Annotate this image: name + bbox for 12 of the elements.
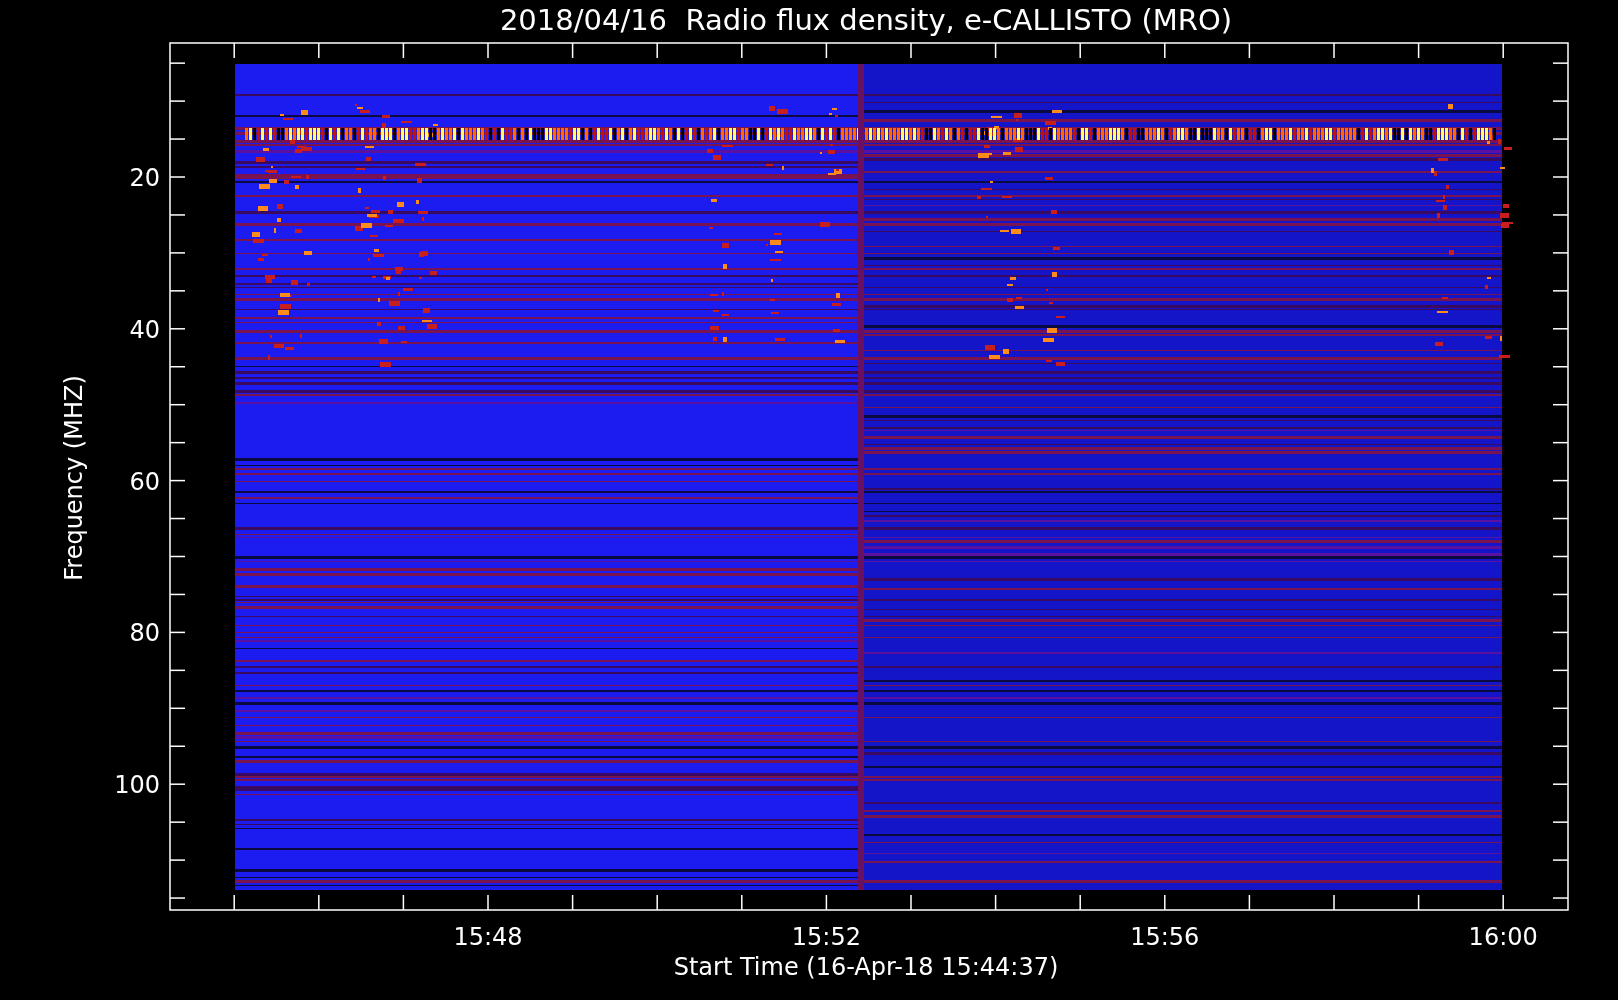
x-tick-label: 15:56 [1130, 923, 1200, 951]
y-tick-label: 80 [129, 619, 160, 648]
x-tick-label: 15:48 [453, 923, 523, 951]
x-tick-label: 15:52 [791, 923, 861, 951]
x-axis-label: Start Time (16-Apr-18 15:44:37) [673, 953, 1059, 981]
y-tick-label: 100 [114, 771, 160, 800]
y-tick-label: 60 [129, 467, 160, 496]
x-tick-label: 16:00 [1468, 923, 1538, 951]
plot-title: 2018/04/16 Radio flux density, e-CALLISTO (MRO) [499, 3, 1233, 37]
y-tick-label: 20 [129, 164, 160, 192]
y-tick-label: 40 [129, 315, 160, 344]
y-axis-label: Frequency (MHZ) [60, 375, 88, 581]
